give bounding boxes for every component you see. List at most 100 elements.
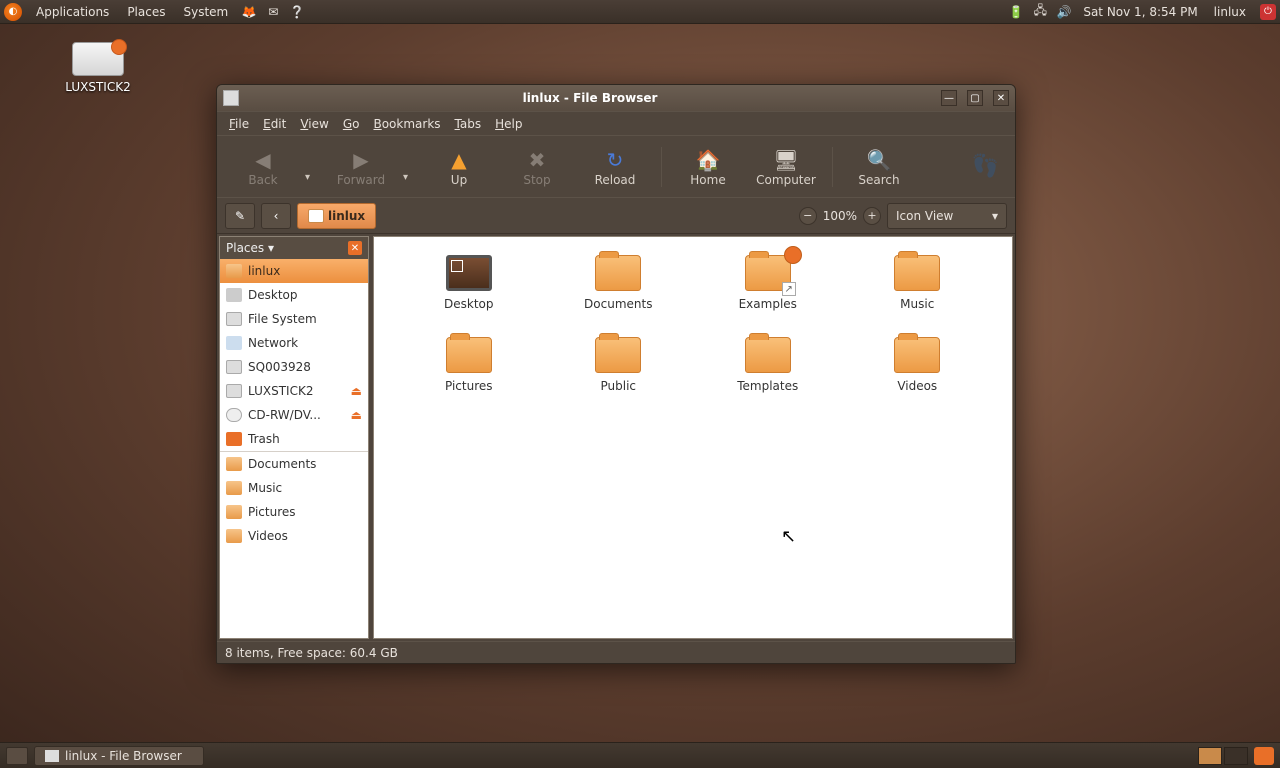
zoom-in-button[interactable]: + bbox=[863, 207, 881, 225]
close-button[interactable]: ✕ bbox=[993, 90, 1009, 106]
up-button[interactable]: ▲Up bbox=[423, 147, 495, 187]
file-item-videos[interactable]: Videos bbox=[853, 337, 983, 393]
file-label: Videos bbox=[853, 379, 983, 393]
computer-button[interactable]: 🖥Computer bbox=[750, 147, 822, 187]
sidebar-item-label: Documents bbox=[248, 457, 316, 471]
sidebar-item-label: SQ003928 bbox=[248, 360, 311, 374]
sidebar-place-cd-rw-dv-[interactable]: CD-RW/DV...⏏ bbox=[220, 403, 368, 427]
folder-icon bbox=[226, 505, 242, 519]
zoom-level: 100% bbox=[823, 209, 857, 223]
ubuntu-logo-icon[interactable]: ◐ bbox=[4, 3, 22, 21]
forward-dropdown[interactable]: ▾ bbox=[403, 150, 417, 183]
file-label: Public bbox=[554, 379, 684, 393]
back-dropdown[interactable]: ▾ bbox=[305, 150, 319, 183]
workspace-switcher[interactable] bbox=[1198, 747, 1248, 765]
folder-icon bbox=[226, 457, 242, 471]
file-item-templates[interactable]: Templates bbox=[703, 337, 833, 393]
mouse-cursor-icon: ↖ bbox=[781, 526, 796, 547]
help-launcher-icon[interactable]: ❔ bbox=[289, 4, 305, 20]
file-item-music[interactable]: Music bbox=[853, 255, 983, 311]
eject-icon[interactable]: ⏏ bbox=[351, 408, 362, 422]
sidebar-item-label: linlux bbox=[248, 264, 280, 278]
back-button[interactable]: ◀Back bbox=[227, 147, 299, 187]
menu-edit[interactable]: Edit bbox=[257, 115, 292, 133]
reload-button[interactable]: ↻Reload bbox=[579, 147, 651, 187]
workspace-1[interactable] bbox=[1198, 747, 1222, 765]
places-sidebar: Places ▾ ✕ linlux Desktop File System Netwo… bbox=[219, 236, 369, 639]
drive-icon bbox=[226, 312, 242, 326]
path-segment-current[interactable]: linlux bbox=[297, 203, 376, 229]
sidebar-item-label: Pictures bbox=[248, 505, 296, 519]
file-item-public[interactable]: Public bbox=[554, 337, 684, 393]
sidebar-bookmark-pictures[interactable]: Pictures bbox=[220, 500, 368, 524]
sidebar-place-trash[interactable]: Trash bbox=[220, 427, 368, 451]
sidebar-place-network[interactable]: Network bbox=[220, 331, 368, 355]
trash-applet-icon[interactable] bbox=[1254, 747, 1274, 765]
menubar: File Edit View Go Bookmarks Tabs Help bbox=[217, 111, 1015, 135]
menu-go[interactable]: Go bbox=[337, 115, 366, 133]
sidebar-bookmark-documents[interactable]: Documents bbox=[220, 452, 368, 476]
file-item-desktop[interactable]: Desktop bbox=[404, 255, 534, 311]
sidebar-place-desktop[interactable]: Desktop bbox=[220, 283, 368, 307]
sidebar-close-icon[interactable]: ✕ bbox=[348, 241, 362, 255]
titlebar[interactable]: linlux - File Browser — ▢ ✕ bbox=[217, 85, 1015, 111]
folder-icon bbox=[226, 529, 242, 543]
sidebar-bookmark-videos[interactable]: Videos bbox=[220, 524, 368, 548]
sidebar-bookmark-music[interactable]: Music bbox=[220, 476, 368, 500]
path-history-button[interactable]: ‹ bbox=[261, 203, 291, 229]
sidebar-item-label: Videos bbox=[248, 529, 288, 543]
icon-view-pane[interactable]: Desktop Documents ↗Examples Music Pictures Pu… bbox=[373, 236, 1013, 639]
sidebar-place-luxstick2[interactable]: LUXSTICK2⏏ bbox=[220, 379, 368, 403]
file-label: Documents bbox=[554, 297, 684, 311]
network-icon[interactable]: 🖧 bbox=[1032, 4, 1048, 20]
folder-icon bbox=[894, 337, 940, 373]
stop-icon: ✖ bbox=[501, 147, 573, 173]
home-button[interactable]: 🏠Home bbox=[672, 147, 744, 187]
menu-help[interactable]: Help bbox=[489, 115, 528, 133]
edit-path-button[interactable]: ✎ bbox=[225, 203, 255, 229]
mail-launcher-icon[interactable]: ✉ bbox=[265, 4, 281, 20]
eject-icon[interactable]: ⏏ bbox=[351, 384, 362, 398]
menu-view[interactable]: View bbox=[294, 115, 334, 133]
file-item-pictures[interactable]: Pictures bbox=[404, 337, 534, 393]
places-menu[interactable]: Places bbox=[119, 3, 173, 21]
show-desktop-button[interactable] bbox=[6, 747, 28, 765]
applications-menu[interactable]: Applications bbox=[28, 3, 117, 21]
desk-icon bbox=[226, 288, 242, 302]
user-switcher[interactable]: linlux bbox=[1206, 3, 1254, 21]
minimize-button[interactable]: — bbox=[941, 90, 957, 106]
clock[interactable]: Sat Nov 1, 8:54 PM bbox=[1077, 5, 1203, 19]
maximize-button[interactable]: ▢ bbox=[967, 90, 983, 106]
taskbar-entry[interactable]: linlux - File Browser bbox=[34, 746, 204, 766]
menu-file[interactable]: File bbox=[223, 115, 255, 133]
sidebar-item-label: File System bbox=[248, 312, 317, 326]
sidebar-place-linlux[interactable]: linlux bbox=[220, 259, 368, 283]
up-arrow-icon: ▲ bbox=[423, 147, 495, 173]
sidebar-header[interactable]: Places ▾ ✕ bbox=[220, 237, 368, 259]
symlink-badge-icon: ↗ bbox=[782, 282, 796, 296]
view-mode-select[interactable]: Icon View▾ bbox=[887, 203, 1007, 229]
file-label: Templates bbox=[703, 379, 833, 393]
chevron-down-icon: ▾ bbox=[992, 209, 998, 223]
battery-icon[interactable]: 🔋 bbox=[1008, 4, 1024, 20]
sidebar-place-file-system[interactable]: File System bbox=[220, 307, 368, 331]
forward-button[interactable]: ▶Forward bbox=[325, 147, 397, 187]
shutdown-icon[interactable]: ⏻ bbox=[1260, 4, 1276, 20]
system-menu[interactable]: System bbox=[175, 3, 236, 21]
menu-bookmarks[interactable]: Bookmarks bbox=[367, 115, 446, 133]
zoom-out-button[interactable]: − bbox=[799, 207, 817, 225]
computer-icon: 🖥 bbox=[750, 147, 822, 173]
lock-badge-icon bbox=[784, 246, 802, 264]
search-button[interactable]: 🔍Search bbox=[843, 147, 915, 187]
cd-icon bbox=[226, 408, 242, 422]
workspace-2[interactable] bbox=[1224, 747, 1248, 765]
firefox-launcher-icon[interactable]: 🦊 bbox=[241, 4, 257, 20]
desktop-drive-icon[interactable]: LUXSTICK2 bbox=[50, 42, 146, 94]
volume-icon[interactable]: 🔊 bbox=[1056, 4, 1072, 20]
file-item-documents[interactable]: Documents bbox=[554, 255, 684, 311]
menu-tabs[interactable]: Tabs bbox=[449, 115, 488, 133]
desktop-folder-icon bbox=[446, 255, 492, 291]
sidebar-place-sq003928[interactable]: SQ003928 bbox=[220, 355, 368, 379]
gnome-foot-icon: 👣 bbox=[972, 154, 1005, 179]
file-item-examples[interactable]: ↗Examples bbox=[703, 255, 833, 311]
